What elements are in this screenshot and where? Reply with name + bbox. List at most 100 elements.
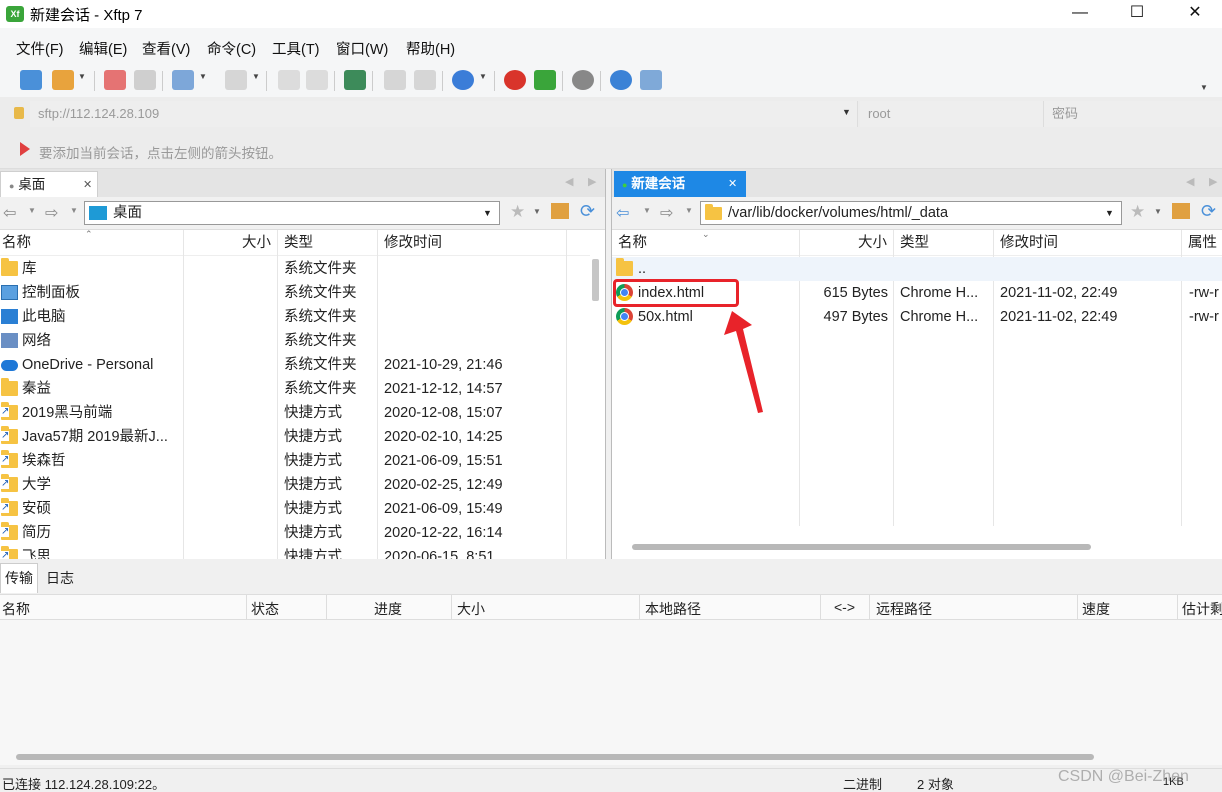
close-button[interactable]: ✕ [1168,0,1222,28]
col-status[interactable]: 状态 [251,599,279,619]
local-vertical-scrollbar[interactable] [592,259,599,301]
forward-arrow-icon[interactable]: ⇨ [45,203,58,223]
favorite-dropdown-icon[interactable]: ▼ [1154,207,1162,216]
terminal-dropdown-icon[interactable]: ▼ [252,72,260,81]
paste-icon[interactable] [414,70,436,90]
col-size[interactable]: 大小 [242,230,271,256]
col-type[interactable]: 类型 [900,230,929,256]
file-row[interactable]: ↗ 飞思 快捷方式 2020-06-15, 8:51 [0,545,590,559]
col-name[interactable]: 名称 [618,230,647,256]
home-folder-icon[interactable] [1172,203,1190,219]
open-folder-icon[interactable] [52,70,74,90]
favorite-star-icon[interactable]: ★ [510,202,525,222]
open-dropdown-icon[interactable]: ▼ [78,72,86,81]
back-dropdown-icon[interactable]: ▼ [28,206,36,215]
file-row[interactable]: 秦益 系统文件夹 2021-12-12, 14:57 [0,377,590,401]
tab-new-session[interactable]: ● 新建会话 ✕ [614,171,746,197]
tab-desktop[interactable]: ● 桌面 ✕ [0,171,98,197]
tab-close-icon[interactable]: ✕ [728,171,737,197]
gear-icon[interactable] [572,70,594,90]
file-row[interactable]: .. [612,257,1222,281]
back-arrow-icon[interactable]: ⇦ [3,203,16,223]
file-row[interactable]: ↗ 2019黑马前端 快捷方式 2020-12-08, 15:07 [0,401,590,425]
col-remote-path[interactable]: 远程路径 [876,599,932,619]
col-speed[interactable]: 速度 [1082,599,1110,619]
col-size[interactable]: 大小 [858,230,887,256]
file-row[interactable]: ↗ 埃森哲 快捷方式 2021-06-09, 15:51 [0,449,590,473]
menu-window[interactable]: 窗口(W) [336,38,388,59]
menu-help[interactable]: 帮助(H) [406,38,455,59]
tab-scroll-left-icon[interactable]: ◀ [1186,175,1194,188]
properties-icon[interactable] [172,70,194,90]
copy-icon[interactable] [384,70,406,90]
col-eta[interactable]: 估计剩 [1182,599,1222,619]
minimize-button[interactable]: — [1053,0,1107,28]
local-path-input[interactable]: 桌面 ▼ [84,201,500,225]
col-modified[interactable]: 修改时间 [384,230,442,256]
file-row[interactable]: 控制面板 系统文件夹 [0,281,590,305]
menu-view[interactable]: 查看(V) [142,38,190,59]
download-icon[interactable] [306,70,328,90]
refresh-icon[interactable]: ⟳ [580,201,595,222]
chat-bubble-icon[interactable] [640,70,662,90]
file-row[interactable]: ↗ 简历 快捷方式 2020-12-22, 16:14 [0,521,590,545]
col-local-path[interactable]: 本地路径 [645,599,701,619]
forward-dropdown-icon[interactable]: ▼ [70,206,78,215]
username-input[interactable]: root [860,101,1044,127]
path-dropdown-icon[interactable]: ▼ [1105,202,1114,224]
favorite-dropdown-icon[interactable]: ▼ [533,207,541,216]
col-progress[interactable]: 进度 [374,599,402,619]
connect-icon[interactable] [104,70,126,90]
col-transfer-size[interactable]: 大小 [457,599,485,619]
forward-dropdown-icon[interactable]: ▼ [685,206,693,215]
host-dropdown-icon[interactable]: ▼ [842,107,851,117]
col-attr[interactable]: 属性 [1188,230,1217,256]
col-transfer-name[interactable]: 名称 [2,599,30,619]
file-row[interactable]: ↗ Java57期 2019最新J... 快捷方式 2020-02-10, 14:25 [0,425,590,449]
tab-transfer[interactable]: 传输 [0,563,38,593]
file-row[interactable]: 网络 系统文件夹 [0,329,590,353]
menu-edit[interactable]: 编辑(E) [79,38,127,59]
forward-arrow-icon[interactable]: ⇨ [660,203,673,223]
col-type[interactable]: 类型 [284,230,313,256]
transfer-horizontal-scrollbar[interactable] [16,754,1094,760]
refresh-icon[interactable]: ⟳ [1201,201,1216,222]
favorite-star-icon[interactable]: ★ [1130,202,1145,222]
col-direction[interactable]: <-> [834,599,855,615]
col-name[interactable]: 名称 [2,230,31,256]
globe-icon[interactable] [452,70,474,90]
toolbar-overflow-icon[interactable]: ▼ [1200,83,1208,92]
maximize-button[interactable]: ☐ [1110,0,1164,28]
file-row[interactable]: ↗ 大学 快捷方式 2020-02-25, 12:49 [0,473,590,497]
globe-dropdown-icon[interactable]: ▼ [479,72,487,81]
tab-scroll-right-icon[interactable]: ▶ [588,175,596,188]
disconnect-icon[interactable] [134,70,156,90]
sync-arrows-icon[interactable] [344,70,366,90]
password-input[interactable]: 密码 [1044,101,1222,127]
file-row[interactable]: 此电脑 系统文件夹 [0,305,590,329]
col-modified[interactable]: 修改时间 [1000,230,1058,256]
menu-file[interactable]: 文件(F) [16,38,64,59]
new-session-icon[interactable] [20,70,42,90]
tab-log[interactable]: 日志 [46,563,74,593]
xftp-icon[interactable] [534,70,556,90]
tab-scroll-right-icon[interactable]: ▶ [1209,175,1217,188]
menu-tools[interactable]: 工具(T) [272,38,320,59]
file-row[interactable]: OneDrive - Personal 系统文件夹 2021-10-29, 21:4… [0,353,590,377]
home-folder-icon[interactable] [551,203,569,219]
properties-dropdown-icon[interactable]: ▼ [199,72,207,81]
file-row[interactable]: 50x.html 497 Bytes Chrome H... 2021-11-02, … [612,305,1222,329]
file-row[interactable]: ↗ 安硕 快捷方式 2021-06-09, 15:49 [0,497,590,521]
menu-command[interactable]: 命令(C) [207,38,256,59]
tab-scroll-left-icon[interactable]: ◀ [565,175,573,188]
xshell-icon[interactable] [504,70,526,90]
remote-path-input[interactable]: /var/lib/docker/volumes/html/_data ▼ [700,201,1122,225]
file-row[interactable]: 库 系统文件夹 [0,257,590,281]
host-input[interactable]: sftp://112.124.28.109 [30,101,858,127]
tab-close-icon[interactable]: ✕ [83,172,92,198]
remote-horizontal-scrollbar[interactable] [632,544,1091,550]
help-icon[interactable] [610,70,632,90]
back-dropdown-icon[interactable]: ▼ [643,206,651,215]
path-dropdown-icon[interactable]: ▼ [483,202,492,224]
add-session-arrow-icon[interactable] [18,141,32,157]
